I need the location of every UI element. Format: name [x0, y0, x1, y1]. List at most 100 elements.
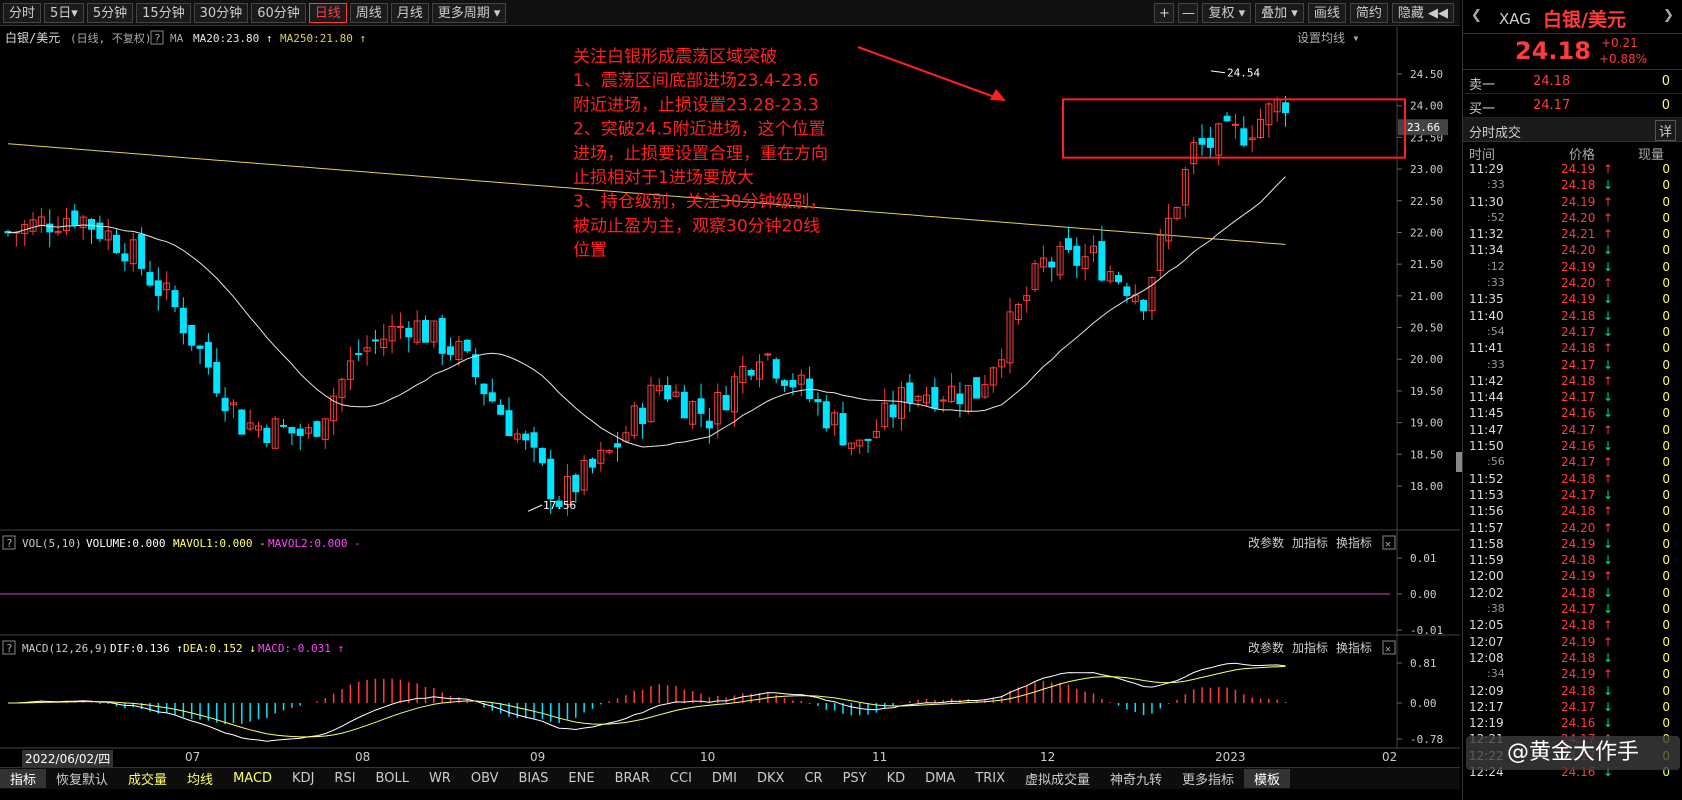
vol-axis-label: 0.00 — [1410, 588, 1437, 601]
indicator-tab-10[interactable]: BIAS — [509, 771, 559, 786]
period-tab-5[interactable]: 60分钟 — [251, 2, 306, 23]
toolbar-right-btn-6[interactable]: 隐藏 ◀◀ — [1391, 3, 1454, 23]
tick-row: 11:52 24.18 ↑ 0 — [1463, 472, 1682, 488]
tick-dir: ↓ — [1603, 536, 1614, 551]
toolbar-right-btn-0[interactable]: + — [1154, 3, 1175, 23]
toolbar-right-btn-3[interactable]: 叠加 ▾ — [1255, 3, 1304, 23]
period-tab-7[interactable]: 周线 — [349, 2, 388, 23]
quote-price-block: 24.18 +0.21 +0.88% — [1463, 34, 1682, 70]
candle-body — [822, 401, 830, 429]
indicator-tab-13[interactable]: CCI — [660, 771, 702, 786]
tick-time: 11:45 — [1469, 406, 1504, 421]
tick-row: 12:05 24.18 ↑ 0 — [1463, 618, 1682, 634]
period-tab-0[interactable]: 分时 — [3, 2, 42, 23]
candle-body — [238, 409, 246, 435]
tick-row: 11:53 24.17 ↓ 0 — [1463, 488, 1682, 504]
ticks-col-price: 价格 — [1569, 148, 1596, 163]
tick-dir: ↓ — [1603, 324, 1614, 339]
price-axis-label: 22.50 — [1410, 195, 1443, 208]
tick-time: :56 — [1487, 455, 1505, 469]
indicator-tab-9[interactable]: OBV — [461, 771, 509, 786]
scroll-down-icon[interactable]: ❯ — [1663, 8, 1674, 23]
indicator-tab-1[interactable]: 恢复默认 — [46, 769, 118, 788]
tick-time: :38 — [1487, 602, 1505, 616]
candle-body — [88, 218, 95, 230]
toolbar-right-btn-2[interactable]: 复权 ▾ — [1202, 3, 1252, 23]
toolbar-right-btn-5[interactable]: 简约 — [1349, 3, 1388, 23]
indicator-tab-21[interactable]: 虚拟成交量 — [1015, 769, 1100, 788]
indicator-tab-19[interactable]: DMA — [915, 771, 965, 786]
tick-row: 11:32 24.21 ↑ 0 — [1463, 227, 1682, 243]
tick-dir: ↓ — [1603, 683, 1614, 698]
scroll-up-icon[interactable]: ❮ — [1471, 8, 1482, 23]
period-tab-3[interactable]: 15分钟 — [136, 2, 191, 23]
indicator-tabs: 指标 恢复默认 成交量 均线 MACD KDJ RSI BOLL WR OBV BIAS ENE BRA… — [0, 767, 1460, 789]
tick-vol: 0 — [1662, 406, 1670, 421]
candle-body — [538, 448, 546, 464]
chart-svg[interactable]: 24.5024.0023.5023.0022.5022.0021.5021.00… — [0, 27, 1460, 749]
tick-dir: ↑ — [1603, 162, 1614, 176]
tick-vol: 0 — [1662, 162, 1670, 176]
tick-price: 24.17 — [1561, 699, 1596, 714]
indicator-tab-5[interactable]: KDJ — [282, 771, 324, 786]
tick-time: 11:50 — [1469, 439, 1504, 454]
tick-vol: 0 — [1662, 569, 1670, 584]
period-tab-2[interactable]: 5分钟 — [86, 2, 134, 23]
indicator-tab-12[interactable]: BRAR — [605, 771, 660, 786]
candle-body — [764, 353, 772, 356]
indicator-tab-17[interactable]: PSY — [833, 771, 877, 786]
indicator-tab-2[interactable]: 成交量 — [118, 769, 177, 788]
vol-btn-switch: 换指标 — [1336, 535, 1372, 550]
indicator-tab-11[interactable]: ENE — [558, 771, 604, 786]
candle-body — [263, 427, 271, 444]
watermark-text: @黄金大作手 — [1506, 740, 1639, 765]
tick-row: 11:44 24.17 ↓ 0 — [1463, 390, 1682, 406]
candle-body — [1048, 261, 1056, 268]
period-tab-4[interactable]: 30分钟 — [193, 2, 249, 23]
tick-vol: 0 — [1662, 210, 1670, 225]
candle-body — [179, 307, 187, 334]
indicator-tab-24[interactable]: 模板 — [1244, 769, 1291, 788]
vol-volume: VOLUME:0.000 - — [86, 537, 179, 550]
tick-price: 24.18 — [1561, 585, 1596, 600]
indicator-tab-18[interactable]: KD — [877, 771, 916, 786]
indicator-tab-7[interactable]: BOLL — [366, 771, 419, 786]
tick-vol: 0 — [1662, 390, 1670, 405]
toolbar-right-btn-1[interactable]: — — [1178, 3, 1199, 23]
tick-price: 24.19 — [1561, 259, 1596, 274]
vol-btn-params: 改参数 — [1248, 535, 1284, 550]
period-tab-9[interactable]: 更多周期 ▾ — [431, 2, 507, 23]
date-label-2: 09 — [530, 750, 546, 764]
tick-vol: 0 — [1662, 553, 1670, 568]
period-tab-8[interactable]: 月线 — [390, 2, 429, 23]
indicator-tab-6[interactable]: RSI — [324, 771, 365, 786]
toolbar-right-btn-4[interactable]: 画线 — [1307, 3, 1346, 23]
indicator-tab-4[interactable]: MACD — [223, 771, 282, 786]
tick-time: :34 — [1487, 667, 1505, 681]
period-tab-1[interactable]: 5日▾ — [44, 2, 84, 23]
indicator-tab-22[interactable]: 神奇九转 — [1100, 769, 1172, 788]
indicator-tab-14[interactable]: DMI — [702, 771, 747, 786]
indicator-tab-20[interactable]: TRIX — [965, 771, 1015, 786]
tick-time: 11:52 — [1469, 471, 1504, 486]
ticks-detail-button[interactable]: 详 — [1654, 120, 1676, 141]
period-tab-6[interactable]: 日线 — [308, 2, 347, 23]
indicator-tab-15[interactable]: DKX — [747, 771, 794, 786]
indicator-tab-3[interactable]: 均线 — [177, 769, 223, 788]
candle-body — [1098, 241, 1106, 281]
tick-dir: ↑ — [1603, 373, 1614, 388]
tick-row: 11:34 24.20 ↓ 0 — [1463, 243, 1682, 259]
indicator-tab-8[interactable]: WR — [419, 771, 461, 786]
indicator-tab-0[interactable]: 指标 — [0, 769, 47, 788]
indicator-tab-23[interactable]: 更多指标 — [1172, 769, 1244, 788]
indicator-tab-16[interactable]: CR — [794, 771, 832, 786]
candle-body — [280, 424, 288, 427]
tick-vol: 0 — [1662, 373, 1670, 388]
chart-area[interactable]: 24.50 24.00 23.50 23.00 22.50 22.00 21.50 21.00… — [0, 27, 1460, 749]
tick-time: 12:02 — [1469, 585, 1504, 600]
tick-vol: 0 — [1662, 243, 1670, 258]
tick-dir: ↑ — [1603, 504, 1614, 519]
tick-dir: ↑ — [1603, 276, 1614, 291]
tick-price: 24.17 — [1561, 602, 1596, 617]
tick-dir: ↓ — [1603, 292, 1614, 307]
